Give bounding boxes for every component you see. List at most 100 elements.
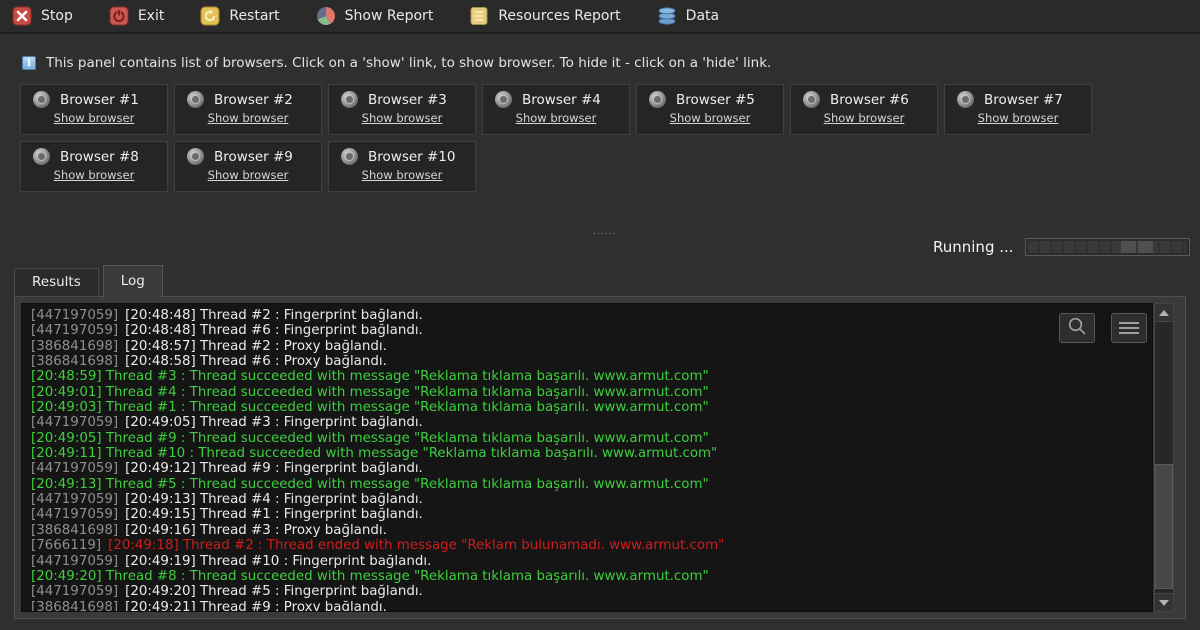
browser-card-label: Browser #2 bbox=[214, 92, 293, 108]
log-line-message: [20:48:48] Thread #2 : Fingerprint bağla… bbox=[125, 308, 423, 323]
browser-card: Browser #5 Show browser bbox=[636, 84, 784, 135]
browser-lens-icon bbox=[33, 148, 50, 165]
log-line-id: [447197059] bbox=[31, 584, 125, 599]
log-line-message: [20:49:21] Thread #9 : Proxy bağlandı. bbox=[125, 600, 387, 612]
browser-card-label: Browser #3 bbox=[368, 92, 447, 108]
log-line: [20:49:03] Thread #1 : Thread succeeded … bbox=[31, 400, 1143, 415]
data-button[interactable]: Data bbox=[657, 6, 719, 26]
show-browser-link[interactable]: Show browser bbox=[341, 111, 463, 125]
database-icon bbox=[657, 6, 677, 26]
log-line-message: [20:49:11] Thread #10 : Thread succeeded… bbox=[31, 446, 717, 461]
browser-card-header: Browser #10 bbox=[341, 148, 463, 165]
browser-lens-icon bbox=[649, 91, 666, 108]
browser-card-label: Browser #7 bbox=[984, 92, 1063, 108]
log-area[interactable]: [447197059][20:48:48] Thread #2 : Finger… bbox=[21, 303, 1153, 612]
search-icon bbox=[1066, 315, 1088, 341]
log-line: [20:49:11] Thread #10 : Thread succeeded… bbox=[31, 446, 1143, 461]
log-line-id: [447197059] bbox=[31, 415, 125, 430]
log-line-message: [20:49:05] Thread #3 : Fingerprint bağla… bbox=[125, 415, 423, 430]
browser-card-header: Browser #1 bbox=[33, 91, 155, 108]
log-panel: [447197059][20:48:48] Thread #2 : Finger… bbox=[14, 296, 1186, 619]
restart-button[interactable]: Restart bbox=[200, 6, 279, 26]
log-line-id: [447197059] bbox=[31, 323, 125, 338]
exit-button[interactable]: Exit bbox=[109, 6, 165, 26]
show-report-button[interactable]: Show Report bbox=[316, 6, 434, 26]
browser-card-header: Browser #3 bbox=[341, 91, 463, 108]
restart-icon bbox=[200, 6, 220, 26]
log-line: [386841698][20:48:58] Thread #6 : Proxy … bbox=[31, 354, 1143, 369]
browser-card: Browser #1 Show browser bbox=[20, 84, 168, 135]
log-line-message: [20:49:13] Thread #4 : Fingerprint bağla… bbox=[125, 492, 423, 507]
exit-power-icon bbox=[109, 6, 129, 26]
show-browser-link[interactable]: Show browser bbox=[341, 168, 463, 182]
running-status-label: Running ... bbox=[933, 238, 1014, 256]
log-line: [447197059][20:49:20] Thread #5 : Finger… bbox=[31, 584, 1143, 599]
exit-button-label: Exit bbox=[138, 8, 165, 24]
scrollbar-thumb[interactable] bbox=[1155, 464, 1173, 590]
menu-icon bbox=[1119, 322, 1139, 334]
log-line-message: [20:49:15] Thread #1 : Fingerprint bağla… bbox=[125, 507, 423, 522]
browser-lens-icon bbox=[341, 148, 358, 165]
show-browser-link[interactable]: Show browser bbox=[33, 111, 155, 125]
log-line: [447197059][20:48:48] Thread #2 : Finger… bbox=[31, 308, 1143, 323]
browser-card-label: Browser #10 bbox=[368, 149, 456, 165]
resources-report-button[interactable]: Resources Report bbox=[469, 6, 620, 26]
log-line-id: [447197059] bbox=[31, 492, 125, 507]
browser-card: Browser #2 Show browser bbox=[174, 84, 322, 135]
show-browser-link[interactable]: Show browser bbox=[649, 111, 771, 125]
browser-card-label: Browser #9 bbox=[214, 149, 293, 165]
progress-track bbox=[1028, 241, 1187, 253]
log-line: [386841698][20:48:57] Thread #2 : Proxy … bbox=[31, 339, 1143, 354]
tab-log[interactable]: Log bbox=[103, 265, 163, 298]
browser-lens-icon bbox=[341, 91, 358, 108]
log-line-id: [386841698] bbox=[31, 523, 125, 538]
browser-lens-icon bbox=[33, 91, 50, 108]
log-line-message: [20:49:20] Thread #5 : Fingerprint bağla… bbox=[125, 584, 423, 599]
scroll-up-button[interactable] bbox=[1155, 304, 1173, 322]
show-browser-link[interactable]: Show browser bbox=[33, 168, 155, 182]
log-line-id: [7666119] bbox=[31, 538, 108, 553]
menu-button[interactable] bbox=[1111, 313, 1147, 343]
search-button[interactable] bbox=[1059, 313, 1095, 343]
log-line: [7666119][20:49:18] Thread #2 : Thread e… bbox=[31, 538, 1143, 553]
browser-lens-icon bbox=[495, 91, 512, 108]
log-line-message: [20:49:18] Thread #2 : Thread ended with… bbox=[108, 538, 724, 553]
log-line: [20:49:13] Thread #5 : Thread succeeded … bbox=[31, 477, 1143, 492]
log-line: [447197059][20:49:13] Thread #4 : Finger… bbox=[31, 492, 1143, 507]
browser-card: Browser #3 Show browser bbox=[328, 84, 476, 135]
log-line-message: [20:48:58] Thread #6 : Proxy bağlandı. bbox=[125, 354, 387, 369]
browser-lens-icon bbox=[187, 91, 204, 108]
log-scrollbar[interactable] bbox=[1154, 303, 1174, 612]
log-line: [20:49:20] Thread #8 : Thread succeeded … bbox=[31, 569, 1143, 584]
progress-bar bbox=[1025, 238, 1190, 256]
restart-button-label: Restart bbox=[229, 8, 279, 24]
log-line: [447197059][20:49:19] Thread #10 : Finge… bbox=[31, 554, 1143, 569]
browser-card: Browser #10 Show browser bbox=[328, 141, 476, 192]
arrow-down-icon bbox=[1159, 600, 1169, 606]
scroll-down-button[interactable] bbox=[1155, 593, 1173, 611]
tab-bar: Results Log bbox=[14, 267, 163, 297]
log-line-id: [386841698] bbox=[31, 339, 125, 354]
show-browser-link[interactable]: Show browser bbox=[495, 111, 617, 125]
pie-chart-icon bbox=[316, 6, 336, 26]
log-line-message: [20:49:01] Thread #4 : Thread succeeded … bbox=[31, 385, 709, 400]
browser-card-header: Browser #8 bbox=[33, 148, 155, 165]
show-browser-link[interactable]: Show browser bbox=[187, 111, 309, 125]
browser-card-header: Browser #4 bbox=[495, 91, 617, 108]
show-browser-link[interactable]: Show browser bbox=[803, 111, 925, 125]
log-line: [447197059][20:49:15] Thread #1 : Finger… bbox=[31, 507, 1143, 522]
show-browser-link[interactable]: Show browser bbox=[957, 111, 1079, 125]
resources-report-button-label: Resources Report bbox=[498, 8, 620, 24]
document-icon bbox=[469, 6, 489, 26]
progress-marquee-block bbox=[1138, 241, 1153, 253]
log-line-id: [386841698] bbox=[31, 354, 125, 369]
log-line: [386841698][20:49:16] Thread #3 : Proxy … bbox=[31, 523, 1143, 538]
tab-results[interactable]: Results bbox=[14, 268, 99, 297]
browser-lens-icon bbox=[803, 91, 820, 108]
stop-button[interactable]: Stop bbox=[12, 6, 73, 26]
log-line: [20:49:01] Thread #4 : Thread succeeded … bbox=[31, 385, 1143, 400]
log-line: [447197059][20:49:12] Thread #9 : Finger… bbox=[31, 461, 1143, 476]
show-browser-link[interactable]: Show browser bbox=[187, 168, 309, 182]
browser-card-header: Browser #6 bbox=[803, 91, 925, 108]
log-line-message: [20:49:20] Thread #8 : Thread succeeded … bbox=[31, 569, 709, 584]
